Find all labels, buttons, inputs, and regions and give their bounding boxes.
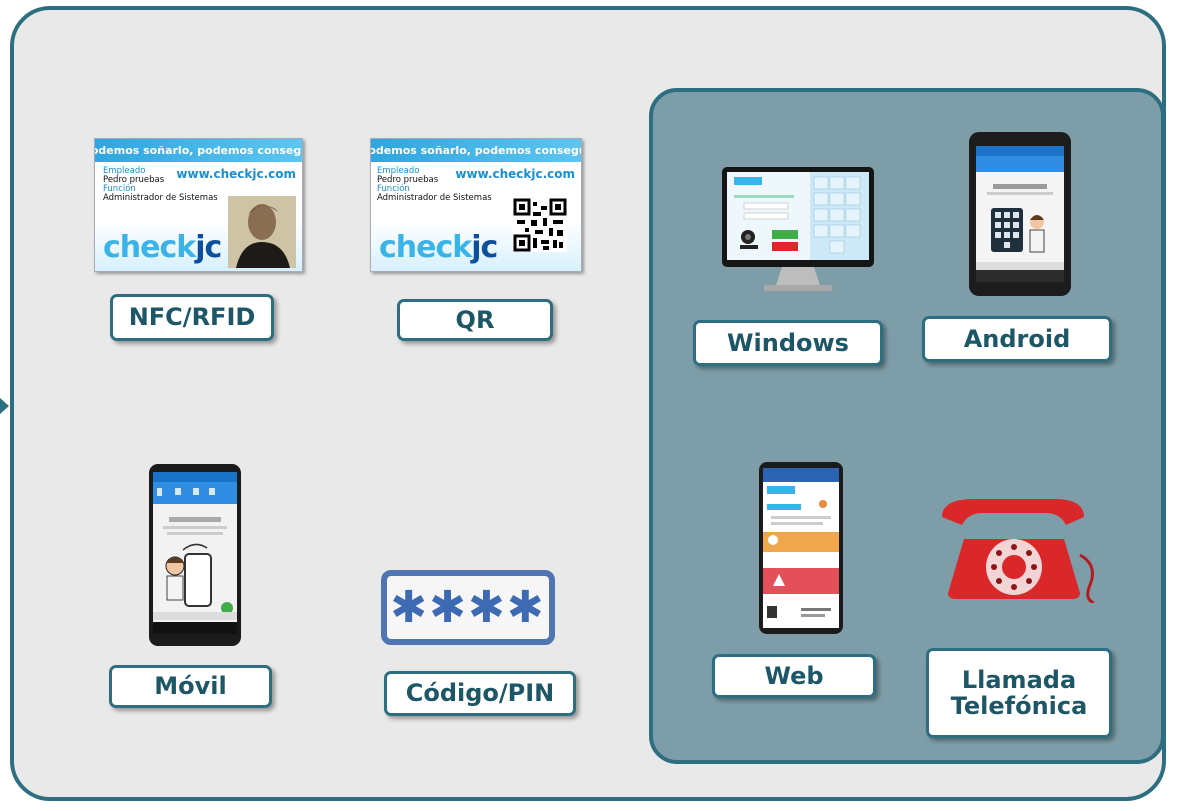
label-codigo-pin: Código/PIN <box>384 671 576 716</box>
card-field2-value: Administrador de Sistemas <box>103 193 218 203</box>
label-llamada-line2: Telefónica <box>950 692 1088 720</box>
qr-card-icon: Si podemos soñarlo, podemos conseguirlo … <box>370 138 582 272</box>
card-logo: checkjc <box>379 230 498 265</box>
label-qr: QR <box>397 299 553 341</box>
card-field2-value: Administrador de Sistemas <box>377 193 492 203</box>
label-nfc-rfid: NFC/RFID <box>110 294 274 341</box>
label-android: Android <box>922 316 1112 362</box>
left-arrow-icon <box>0 398 9 414</box>
employee-photo <box>228 196 296 268</box>
nfc-card-icon: Si podemos soñarlo, podemos conseguirlo … <box>94 138 303 272</box>
card-slogan: Si podemos soñarlo, podemos conseguirlo <box>371 139 581 162</box>
label-web: Web <box>712 654 876 698</box>
label-llamada-line1: Llamada <box>961 665 1077 694</box>
android-tablet-icon <box>969 132 1071 296</box>
red-telephone-icon <box>942 499 1095 603</box>
smartphone-app-icon <box>149 464 241 646</box>
label-llamada-telefonica: Llamada Telefónica <box>926 648 1112 738</box>
label-windows: Windows <box>693 320 883 366</box>
card-slogan: Si podemos soñarlo, podemos conseguirlo <box>95 139 302 162</box>
web-phone-icon <box>759 462 843 634</box>
label-movil: Móvil <box>109 665 272 708</box>
pin-code-icon: ✱✱✱✱ <box>381 570 555 645</box>
desktop-monitor-icon <box>722 167 874 291</box>
qr-code-icon <box>513 198 567 252</box>
card-url: www.checkjc.com <box>176 167 296 181</box>
card-url: www.checkjc.com <box>455 167 575 181</box>
card-logo: checkjc <box>103 230 222 265</box>
